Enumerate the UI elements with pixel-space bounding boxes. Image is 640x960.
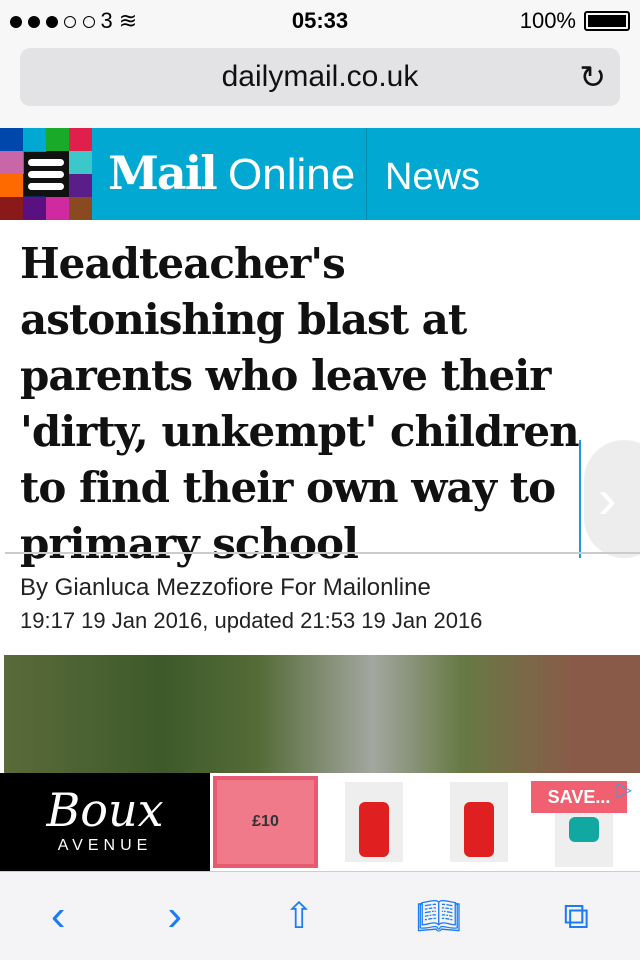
- grid-cell: [23, 128, 46, 151]
- divider: [366, 128, 367, 220]
- logo-online[interactable]: Online: [228, 150, 355, 200]
- grid-cell: [0, 197, 23, 220]
- grid-cell: [69, 174, 92, 197]
- url-field[interactable]: dailymail.co.uk ↻: [20, 48, 620, 106]
- address-bar: dailymail.co.uk ↻: [0, 40, 640, 128]
- article-image[interactable]: [4, 655, 640, 773]
- share-icon[interactable]: ⇧: [284, 895, 314, 937]
- battery-icon: [584, 11, 630, 31]
- ad-product[interactable]: [321, 773, 426, 871]
- grid-cell: [23, 197, 46, 220]
- grid-cell: [69, 197, 92, 220]
- tabs-icon[interactable]: ⧉: [563, 895, 589, 938]
- status-bar: 3 ≋ 05:33 100%: [0, 0, 640, 40]
- site-header: Mail Online News: [0, 128, 640, 220]
- headline: Headteacher's astonishing blast at paren…: [20, 239, 580, 568]
- scroll-indicator: [579, 440, 581, 558]
- logo-mail[interactable]: Mail: [108, 146, 218, 200]
- back-icon[interactable]: ‹: [51, 891, 66, 941]
- ad-price: £10: [252, 813, 279, 830]
- grid-cell: [46, 128, 69, 151]
- adchoices-icon[interactable]: ▷: [617, 777, 632, 802]
- grid-cell: [0, 174, 23, 197]
- section-news[interactable]: News: [385, 156, 480, 199]
- grid-cell: [0, 128, 23, 151]
- reload-icon[interactable]: ↻: [579, 48, 606, 106]
- ad-brand-sub: AVENUE: [57, 837, 153, 854]
- ad-logo[interactable]: Boux AVENUE: [0, 773, 210, 871]
- ad-banner[interactable]: Boux AVENUE £10 SAVE... ▷: [0, 773, 640, 871]
- forward-icon[interactable]: ›: [167, 891, 182, 941]
- url-text: dailymail.co.uk: [221, 60, 419, 93]
- ad-product[interactable]: [426, 773, 531, 871]
- date: 19:17 19 Jan 2016, updated 21:53 19 Jan …: [20, 608, 483, 633]
- grid-cell: [69, 151, 92, 174]
- ad-brand: Boux: [46, 783, 164, 837]
- ad-product[interactable]: SAVE... ▷: [531, 773, 636, 871]
- ad-product-stockings[interactable]: £10: [213, 776, 318, 868]
- browser-toolbar: ‹ › ⇧ 📖︎ ⧉: [0, 871, 640, 960]
- menu-icon[interactable]: [24, 152, 68, 196]
- bookmarks-icon[interactable]: 📖︎: [416, 895, 462, 937]
- grid-cell: [0, 151, 23, 174]
- grid-cell: [69, 128, 92, 151]
- byline[interactable]: By Gianluca Mezzofiore For Mailonline: [20, 574, 431, 602]
- next-article-button[interactable]: ›: [584, 440, 640, 558]
- ad-save: SAVE...: [531, 781, 627, 813]
- grid-cell: [46, 197, 69, 220]
- divider: [5, 552, 640, 554]
- battery-percent: 100%: [519, 8, 576, 33]
